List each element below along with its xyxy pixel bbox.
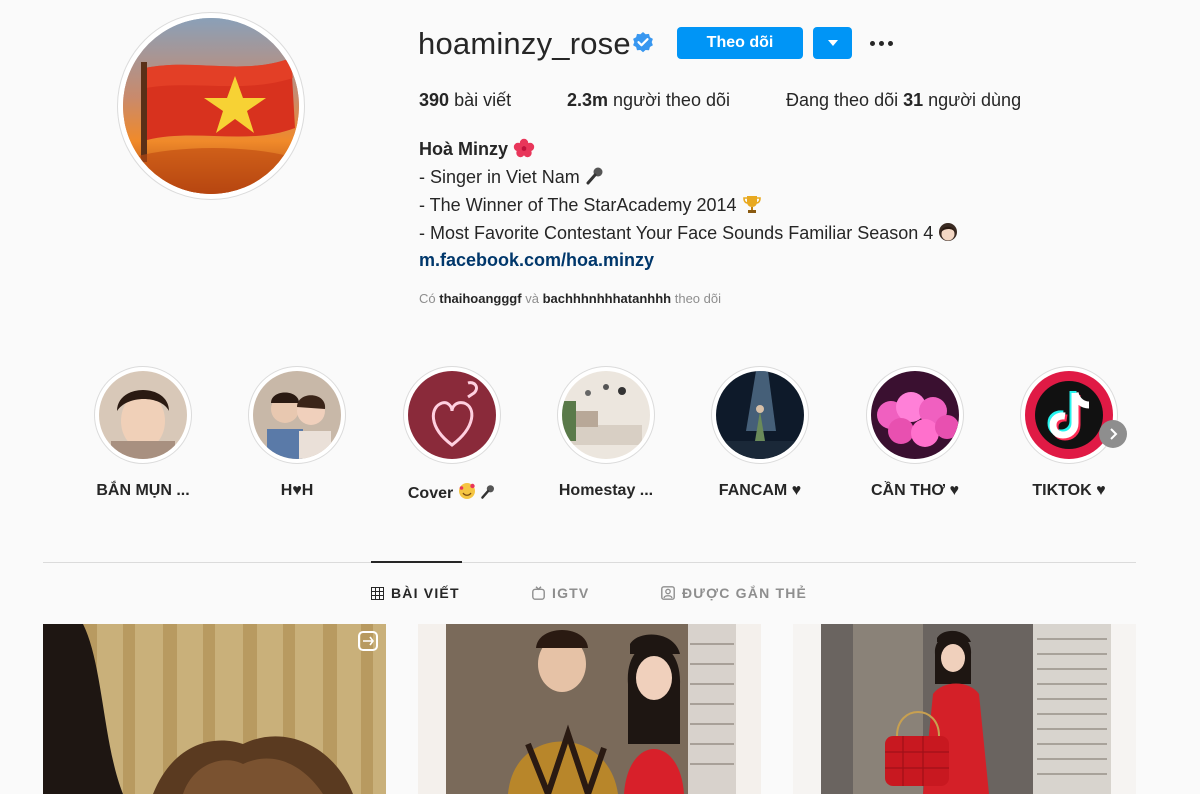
highlight-item[interactable]: CẦN THƠ ♥ xyxy=(838,366,992,500)
tagged-user-icon xyxy=(661,586,675,600)
following-stat[interactable]: Đang theo dõi 31 người dùng xyxy=(786,90,1021,111)
profile-avatar[interactable] xyxy=(117,12,305,200)
suggested-accounts-dropdown-button[interactable] xyxy=(813,27,852,59)
followers-label: người theo dõi xyxy=(613,90,730,110)
full-name-text: Hoà Minzy xyxy=(419,139,509,159)
highlight-item[interactable]: Homestay ... xyxy=(529,366,683,500)
highlight-item[interactable]: BẮN MỤN ... xyxy=(66,366,220,500)
following-prefix: Đang theo dõi xyxy=(786,90,899,110)
highlight-item[interactable]: Cover xyxy=(375,366,529,503)
mutual-follower-link[interactable]: bachhhnhhhatanhhh xyxy=(543,291,672,306)
mutual-follower-link[interactable]: thaihoangggf xyxy=(439,291,521,306)
bio-text: - Most Favorite Contestant Your Face Sou… xyxy=(419,223,934,243)
profile-full-name: Hoà Minzy xyxy=(419,138,535,160)
highlight-cover xyxy=(716,371,804,459)
dot-icon xyxy=(869,40,875,46)
microphone-icon xyxy=(586,167,603,185)
highlight-label: Homestay ... xyxy=(558,482,654,499)
tab-label: ĐƯỢC GẮN THẺ xyxy=(682,585,808,601)
highlight-label-text: Cover xyxy=(407,485,454,502)
posts-label: bài viết xyxy=(454,90,512,110)
trophy-icon xyxy=(742,196,761,213)
verified-badge-icon xyxy=(631,31,655,55)
post-thumbnail[interactable] xyxy=(793,624,1136,794)
highlight-cover xyxy=(408,371,496,459)
highlight-label: CẦN THƠ ♥ xyxy=(870,482,960,499)
highlight-cover xyxy=(871,371,959,459)
bio-line-2: - The Winner of The StarAcademy 2014 xyxy=(419,194,762,216)
post-image xyxy=(793,624,1136,794)
active-tab-indicator xyxy=(371,561,462,563)
followers-count: 2.3m xyxy=(567,90,609,110)
following-count: 31 xyxy=(903,90,924,110)
tab-igtv[interactable]: IGTV xyxy=(532,585,589,601)
followed-by-prefix: Có xyxy=(419,291,436,306)
grid-icon xyxy=(371,586,384,600)
highlight-label: H♥H xyxy=(280,482,314,499)
bio-text: - The Winner of The StarAcademy 2014 xyxy=(419,195,737,215)
microphone-icon xyxy=(481,485,495,499)
avatar-image xyxy=(123,18,299,194)
highlight-label: Cover xyxy=(375,482,529,503)
profile-username: hoaminzy_rose xyxy=(418,26,631,61)
post-thumbnail[interactable] xyxy=(43,624,386,794)
post-image xyxy=(418,624,761,794)
followed-by-text: Có thaihoangggf và bachhhnhhhatanhhh the… xyxy=(419,291,721,306)
followed-by-conj: và xyxy=(525,291,539,306)
hibiscus-icon xyxy=(513,138,535,158)
tab-label: BÀI VIẾT xyxy=(391,585,460,601)
highlight-cover xyxy=(253,371,341,459)
posts-count: 390 xyxy=(419,90,450,110)
highlight-item[interactable]: FANCAM ♥ xyxy=(683,366,837,500)
post-thumbnail[interactable] xyxy=(418,624,761,794)
posts-count-stat: 390 bài viết xyxy=(419,90,511,111)
follow-button[interactable]: Theo dõi xyxy=(677,27,803,59)
highlights-next-button[interactable] xyxy=(1099,420,1127,448)
woman-face-icon xyxy=(939,223,958,241)
igtv-icon xyxy=(532,586,545,600)
smiling-face-hearts-icon xyxy=(458,483,475,499)
highlight-item[interactable]: H♥H xyxy=(220,366,374,500)
profile-external-link[interactable]: m.facebook.com/hoa.minzy xyxy=(419,250,654,271)
post-image xyxy=(43,624,386,794)
dot-icon xyxy=(887,40,893,46)
bio-line-3: - Most Favorite Contestant Your Face Sou… xyxy=(419,222,958,244)
bio-line-1: - Singer in Viet Nam xyxy=(419,166,605,188)
dot-icon xyxy=(878,40,884,46)
followers-stat[interactable]: 2.3m người theo dõi xyxy=(567,90,730,111)
highlight-label: BẮN MỤN ... xyxy=(96,482,190,499)
highlight-cover xyxy=(1025,371,1113,459)
caret-down-icon xyxy=(827,40,838,46)
highlight-cover xyxy=(562,371,650,459)
following-label: người dùng xyxy=(928,90,1022,110)
highlight-label: TIKTOK ♥ xyxy=(1032,482,1106,499)
highlight-cover xyxy=(99,371,187,459)
followed-by-suffix: theo dõi xyxy=(674,291,721,306)
tab-label: IGTV xyxy=(552,585,590,601)
highlight-label: FANCAM ♥ xyxy=(718,482,802,499)
more-options-button[interactable] xyxy=(866,33,896,53)
tabs-divider xyxy=(43,562,1136,563)
tab-posts[interactable]: BÀI VIẾT xyxy=(371,585,460,601)
bio-text: - Singer in Viet Nam xyxy=(419,167,580,187)
chevron-right-icon xyxy=(1110,428,1118,440)
tab-tagged[interactable]: ĐƯỢC GẮN THẺ xyxy=(661,585,807,601)
